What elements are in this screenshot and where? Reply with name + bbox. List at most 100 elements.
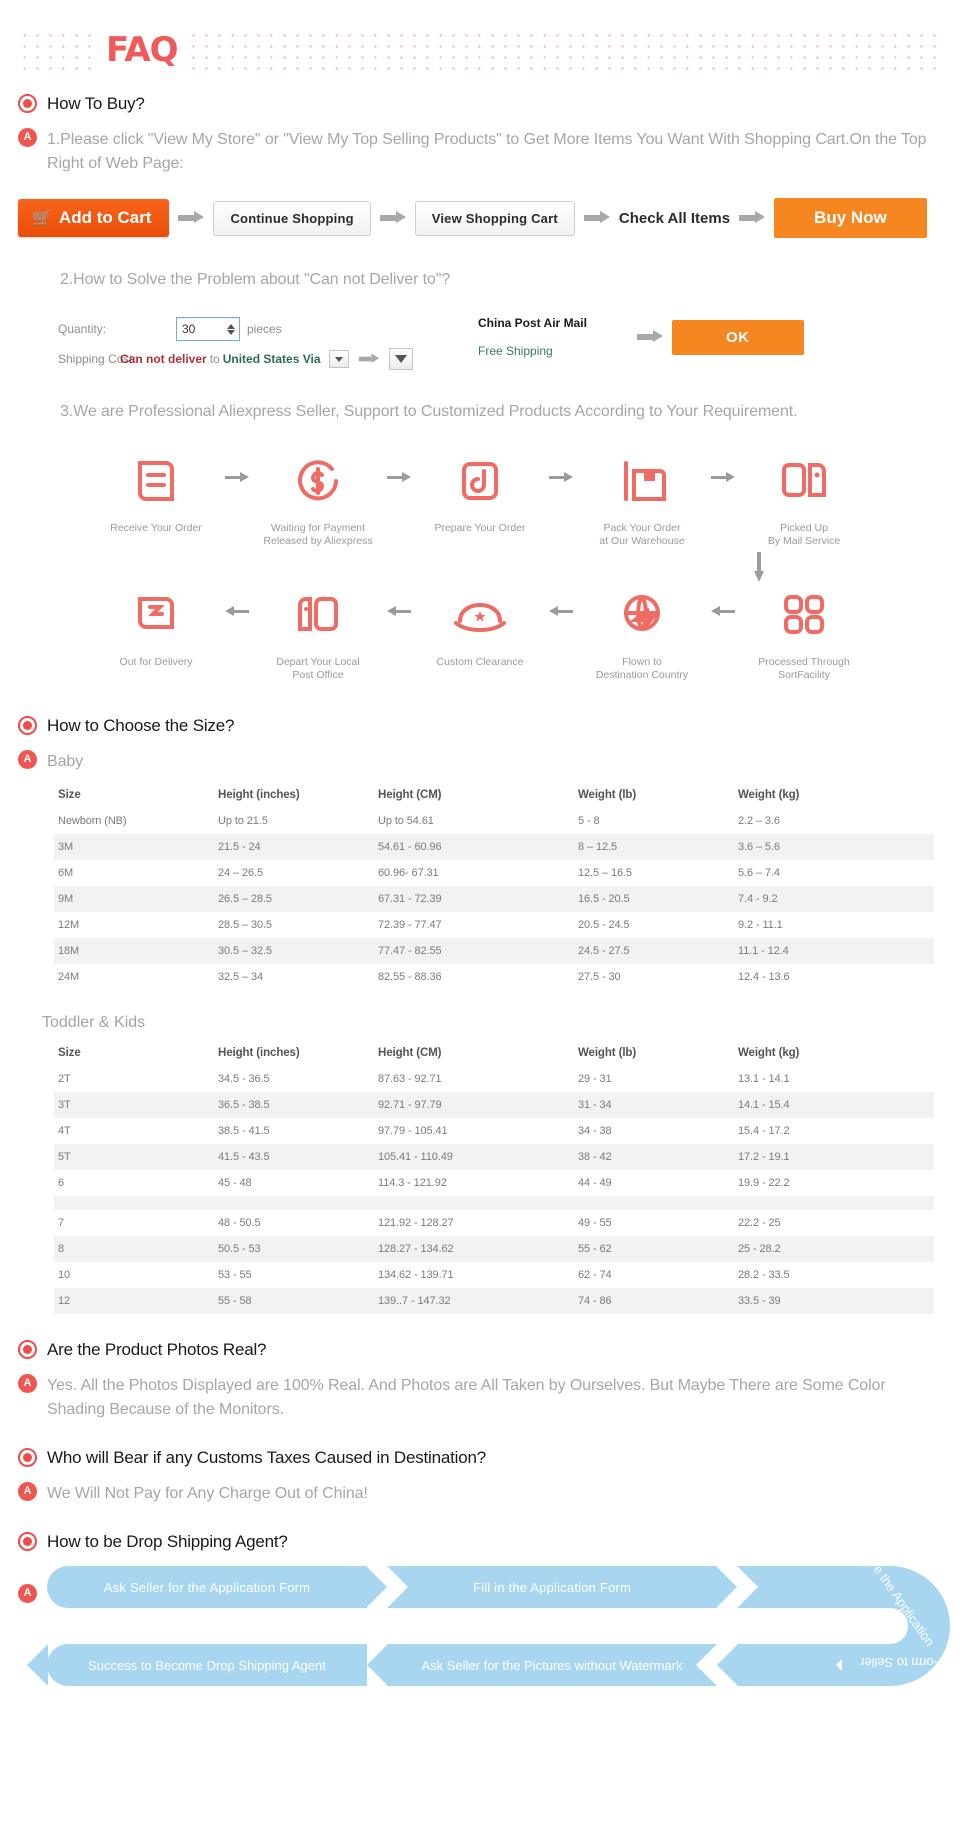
table-cell: 2.2 – 3.6 xyxy=(738,815,780,827)
buy-steps-button-row: 🛒 Add to Cart Continue Shopping View Sho… xyxy=(0,198,960,238)
table-cell: 24.5 - 27.5 xyxy=(574,938,734,964)
table-cell: 14.1 - 15.4 xyxy=(734,1092,934,1118)
post-office-icon xyxy=(254,584,382,646)
quantity-value: 30 xyxy=(182,322,196,336)
table-cell: 87.63 - 92.71 xyxy=(378,1073,442,1085)
table-cell: 7 xyxy=(58,1217,65,1229)
flow-step-picked-up: Picked Up By Mail Service xyxy=(740,450,868,548)
table-cell: 82.55 - 88.36 xyxy=(378,971,442,983)
dollar-circle-icon xyxy=(254,450,382,512)
flow-step-label: Waiting for Payment Released by Aliexpres… xyxy=(263,522,373,547)
question-photos-real: Are the Product Photos Real? xyxy=(0,1340,960,1360)
table-cell: 8 – 12.5 xyxy=(574,834,734,860)
table-cell: 32.5 – 34 xyxy=(218,971,263,983)
flow-step-waiting-payment: Waiting for Payment Released by Aliexpres… xyxy=(254,450,382,548)
table-cell xyxy=(574,1196,734,1210)
table-cell: 21.5 - 24 xyxy=(214,834,374,860)
table-cell: 74 - 86 xyxy=(574,1288,734,1314)
arrow-right-icon xyxy=(544,472,578,482)
country-select[interactable] xyxy=(328,350,349,368)
table-cell: 22.2 - 25 xyxy=(738,1217,781,1229)
table-cell: 128.27 - 134.62 xyxy=(374,1236,574,1262)
table-cell: 8 xyxy=(54,1236,214,1262)
table-cell: 54.61 - 60.96 xyxy=(374,834,574,860)
table-cell: 31 - 34 xyxy=(574,1092,734,1118)
table-cell: 97.79 - 105.41 xyxy=(378,1125,448,1137)
shipping-method-name: China Post Air Mail xyxy=(478,316,587,330)
table-cell: 17.2 - 19.1 xyxy=(734,1144,934,1170)
faq-banner: FAQ xyxy=(18,14,942,86)
destination-text: United States Via xyxy=(222,352,321,366)
table-row: 3T 36.5 - 38.5 92.71 - 97.79 31 - 34 14.1 - … xyxy=(54,1092,934,1118)
table-cell: 3M xyxy=(54,834,214,860)
cart-icon: 🛒 xyxy=(32,210,52,227)
flow-step-ask-pictures[interactable]: Ask Seller for the Pictures without Wate… xyxy=(367,1644,717,1686)
table-cell: 38.5 - 41.5 xyxy=(218,1125,270,1137)
table-row: 10 53 - 55 134.62 - 139.71 62 - 74 28.2 - 33… xyxy=(54,1262,934,1288)
flow-step-label: Custom Clearance xyxy=(436,656,524,668)
table-cell: 30.5 – 32.5 xyxy=(214,938,374,964)
answer-badge-icon: A xyxy=(18,1482,37,1501)
globe-plane-icon xyxy=(578,584,706,646)
view-shopping-cart-button[interactable]: View Shopping Cart xyxy=(414,200,575,236)
table-cell: 12 xyxy=(54,1288,214,1314)
customs-hat-icon xyxy=(416,584,544,646)
add-to-cart-button[interactable]: 🛒 Add to Cart xyxy=(18,199,170,237)
question-text: Are the Product Photos Real? xyxy=(47,1340,267,1359)
baby-heading: Baby xyxy=(47,753,84,770)
answer-badge-icon: A xyxy=(18,1374,37,1393)
kids-table-body: 2T 34.5 - 36.5 87.63 - 92.71 29 - 31 13.1 - … xyxy=(54,1066,934,1314)
table-row: 7 48 - 50.5 121.92 - 128.27 49 - 55 22.2 - 2… xyxy=(54,1210,934,1236)
flow-step-label: Prepare Your Order xyxy=(434,522,526,534)
stepper-caret-icon[interactable] xyxy=(227,323,236,336)
table-cell xyxy=(374,1196,574,1210)
question-text: Who will Bear if any Customs Taxes Cause… xyxy=(47,1448,486,1467)
table-cell: 16.5 - 20.5 xyxy=(574,886,734,912)
arrow-right-icon xyxy=(637,330,663,343)
answer-text: We Will Not Pay for Any Charge Out of Ch… xyxy=(47,1485,368,1502)
table-cell: 12.5 – 16.5 xyxy=(578,867,632,879)
arrow-left-icon xyxy=(220,606,254,616)
table-cell: 7.4 - 9.2 xyxy=(734,886,934,912)
add-to-cart-label: Add to Cart xyxy=(58,208,152,227)
answer-photos-real: A Yes. All the Photos Displayed are 100%… xyxy=(0,1374,960,1422)
column-header: Weight (kg) xyxy=(738,1047,800,1059)
table-cell: 34 - 38 xyxy=(578,1125,612,1137)
flow-u-turn: Give the Application Form to Seller xyxy=(842,1546,950,1686)
flow-step-success-agent[interactable]: Success to Become Drop Shipping Agent xyxy=(27,1644,367,1686)
table-cell: 24M xyxy=(58,971,80,983)
table-cell: 5T xyxy=(54,1144,214,1170)
flow-step-ask-application-form[interactable]: Ask Seller for the Application Form xyxy=(47,1566,387,1608)
ok-button[interactable]: OK xyxy=(672,319,804,355)
shipping-method-select[interactable] xyxy=(388,348,413,370)
drop-shipping-flow: A Ask Seller for the Application Form Fi… xyxy=(0,1546,960,1686)
buy-now-button[interactable]: Buy Now xyxy=(774,198,927,238)
table-cell: 121.92 - 128.27 xyxy=(378,1217,454,1229)
table-header-row: Size Height (inches) Height (CM) Weight … xyxy=(54,1040,934,1066)
package-box-icon xyxy=(578,450,706,512)
question-how-to-buy: How To Buy? xyxy=(0,94,960,114)
quantity-stepper[interactable]: 30 xyxy=(176,317,240,341)
question-text: How to be Drop Shipping Agent? xyxy=(47,1532,288,1551)
table-row: 6M 24 – 26.5 60.96- 67.31 12.5 – 16.5 5.6 – … xyxy=(54,860,934,886)
table-cell: 12.4 - 13.6 xyxy=(738,971,790,983)
delivery-truck-icon xyxy=(92,584,220,646)
shipping-demo-block: Quantity: 30 pieces Shipping Cost: Can n… xyxy=(0,314,960,374)
table-cell: 24 – 26.5 xyxy=(218,867,263,879)
kids-heading: Toddler & Kids xyxy=(42,1014,146,1031)
cannot-deliver-text: Can not deliver xyxy=(120,352,207,366)
answer-text: Yes. All the Photos Displayed are 100% R… xyxy=(47,1377,886,1418)
table-cell: 60.96- 67.31 xyxy=(378,867,439,879)
continue-shopping-button[interactable]: Continue Shopping xyxy=(213,200,371,236)
table-row: 4T 38.5 - 41.5 97.79 - 105.41 34 - 38 15.4 -… xyxy=(54,1118,934,1144)
table-cell: 27.5 - 30 xyxy=(578,971,621,983)
pieces-label: pieces xyxy=(247,322,282,336)
table-header-row: Size Height (inches) Height (CM) Weight … xyxy=(54,782,934,808)
flow-step-fill-application-form[interactable]: Fill in the Application Form xyxy=(387,1566,737,1608)
flow-step-label: Flown to Destination Country xyxy=(595,656,689,681)
page-title: FAQ xyxy=(92,30,192,70)
table-cell: 77.47 - 82.55 xyxy=(374,938,574,964)
question-badge-icon xyxy=(18,1532,37,1551)
question-how-to-choose-size: How to Choose the Size? xyxy=(0,716,960,736)
flow-step-label: Depart Your Local Post Office xyxy=(276,656,360,681)
